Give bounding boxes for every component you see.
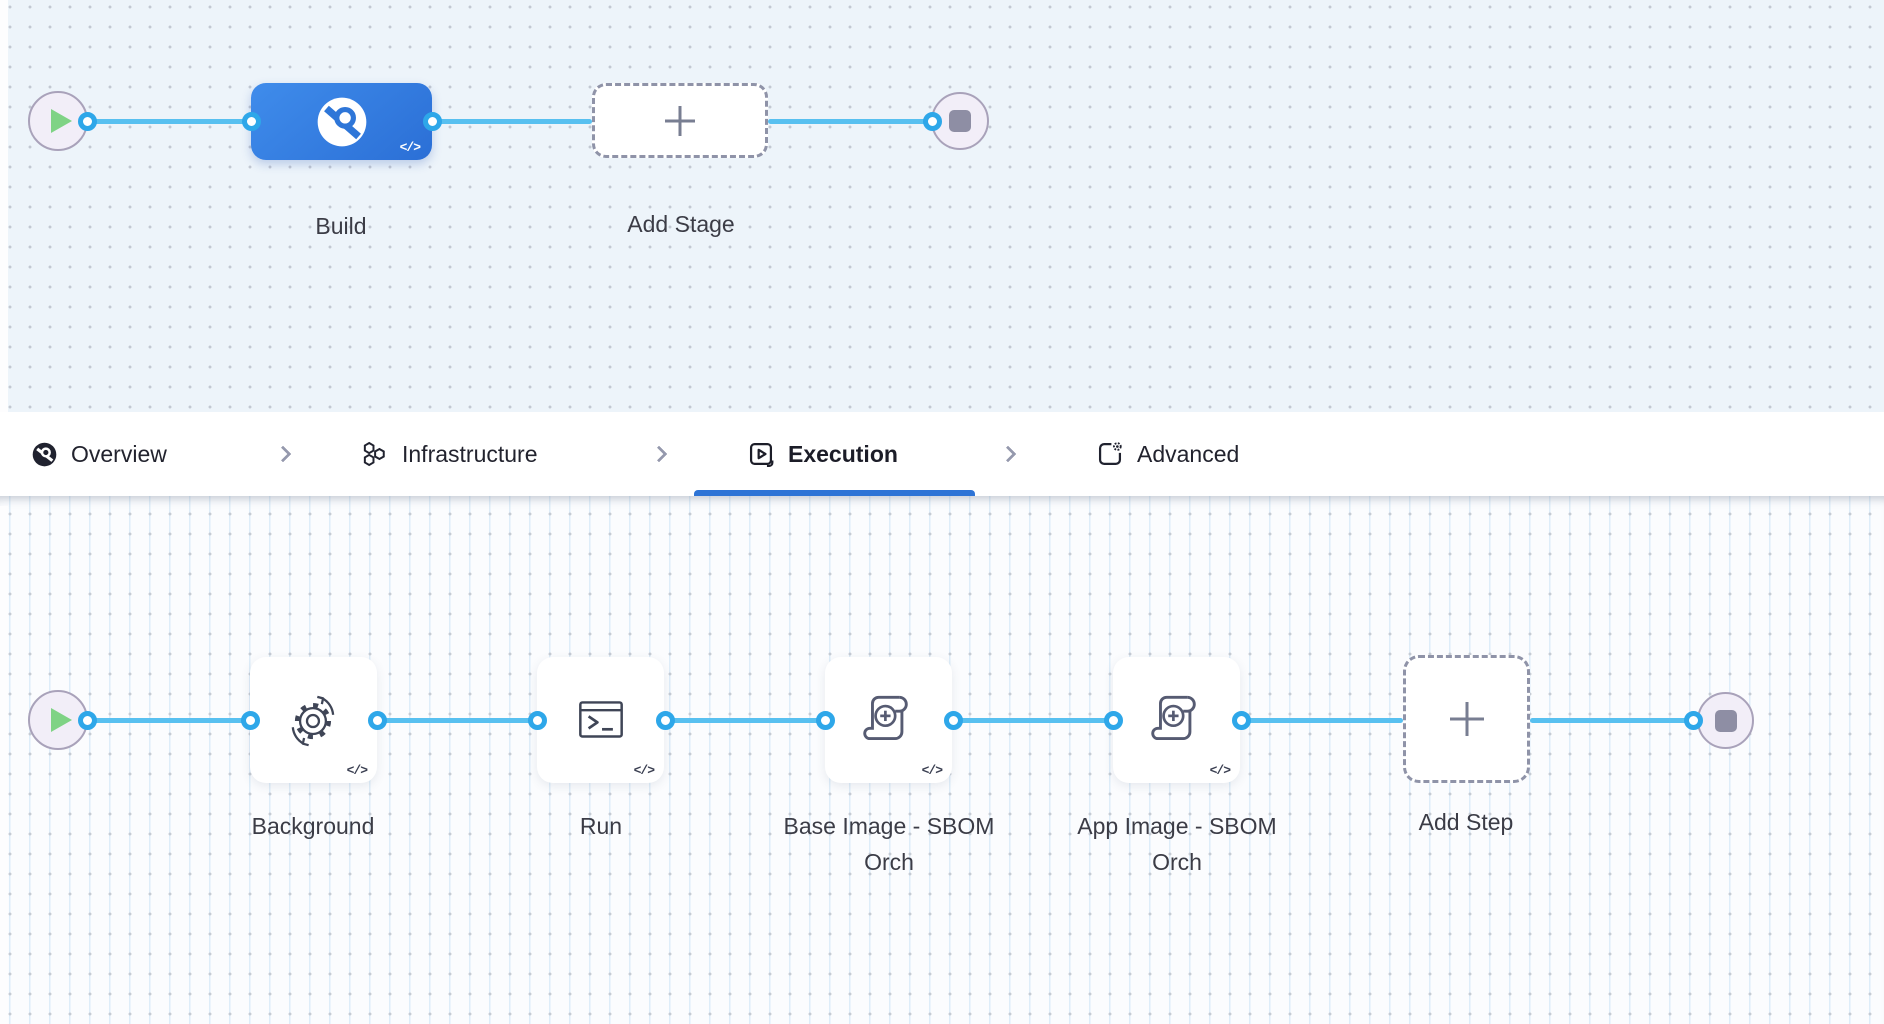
port[interactable] [1231, 710, 1251, 730]
sbom-scroll-icon [1150, 695, 1196, 741]
step-label: App Image - SBOM Orch [1077, 813, 1277, 875]
stage-node-build[interactable]: </> [251, 83, 432, 160]
port[interactable] [241, 111, 261, 131]
step-node-background[interactable]: </> [250, 657, 377, 783]
plus-icon [665, 105, 695, 136]
step-code-badge: </> [921, 763, 943, 778]
port[interactable] [943, 710, 963, 730]
play-icon [51, 109, 72, 133]
harness-ci-disc-icon [317, 97, 366, 146]
ci-overview-icon [32, 442, 57, 466]
step-label: Base Image - SBOM Orch [783, 813, 995, 875]
tab-advanced[interactable]: Advanced [1096, 412, 1239, 496]
port[interactable] [1103, 710, 1123, 730]
port[interactable] [922, 111, 942, 131]
canvas-left-gutter [0, 0, 8, 412]
port[interactable] [527, 710, 547, 730]
execution-end-node [1697, 692, 1754, 749]
play-icon [51, 708, 72, 732]
step-label: Background [251, 813, 375, 839]
step-node-run[interactable]: </> [537, 657, 664, 783]
port[interactable] [240, 710, 260, 730]
chevron-right-icon [274, 412, 292, 496]
step-code-badge: </> [1209, 763, 1231, 778]
plus-icon [1449, 702, 1484, 736]
port[interactable] [422, 111, 442, 131]
step-label: Run [579, 813, 623, 839]
chevron-right-icon [999, 412, 1017, 496]
sync-gear-icon [291, 695, 334, 747]
terminal-icon [578, 701, 623, 738]
step-node-app-image-sbom-orch[interactable]: </> [1113, 657, 1240, 783]
add-step-label: Add Step [1418, 809, 1514, 835]
step-code-badge: </> [346, 763, 368, 778]
hexagon-cluster-icon [363, 441, 385, 467]
active-tab-underline [694, 490, 975, 496]
chevron-right-icon [650, 412, 668, 496]
port[interactable] [655, 710, 675, 730]
port[interactable] [77, 111, 97, 131]
sbom-scroll-icon [862, 695, 908, 741]
add-stage-button[interactable] [592, 83, 768, 158]
add-step-button[interactable] [1403, 655, 1530, 783]
port[interactable] [367, 710, 387, 730]
tab-label: Overview [71, 440, 167, 467]
stage-label: Build [315, 213, 367, 239]
stop-icon [1714, 709, 1737, 732]
edge-connector [87, 119, 251, 124]
add-stage-label: Add Stage [627, 211, 735, 237]
tab-label: Advanced [1137, 440, 1240, 467]
edge-connector [1241, 718, 1403, 723]
edge-connector [377, 718, 537, 723]
edge-connector [87, 718, 250, 723]
port[interactable] [1683, 710, 1703, 730]
edge-connector [432, 119, 592, 124]
stage-code-badge: </> [399, 140, 421, 155]
canvas-left-gutter [0, 506, 8, 1024]
port[interactable] [77, 710, 97, 730]
pipeline-studio: </> Build Add Stage Overview Infrastruct… [0, 0, 1884, 1024]
tab-overview[interactable]: Overview [31, 412, 167, 496]
tab-label: Execution [788, 440, 898, 467]
tab-infrastructure[interactable]: Infrastructure [361, 412, 538, 496]
stop-icon [949, 110, 971, 132]
stage-tab-bar: Overview Infrastructure Execution Advanc… [0, 412, 1884, 496]
edge-connector [768, 119, 932, 124]
edge-connector [1530, 718, 1693, 723]
stage-canvas[interactable]: </> Build Add Stage [0, 0, 1884, 412]
port[interactable] [815, 710, 835, 730]
step-node-base-image-sbom-orch[interactable]: </> [825, 657, 952, 783]
tab-execution[interactable]: Execution [747, 412, 898, 496]
edge-connector [665, 718, 825, 723]
tab-label: Infrastructure [402, 440, 538, 467]
play-square-icon [749, 442, 774, 468]
gear-square-icon [1098, 442, 1122, 466]
edge-connector [953, 718, 1113, 723]
step-code-badge: </> [633, 763, 655, 778]
